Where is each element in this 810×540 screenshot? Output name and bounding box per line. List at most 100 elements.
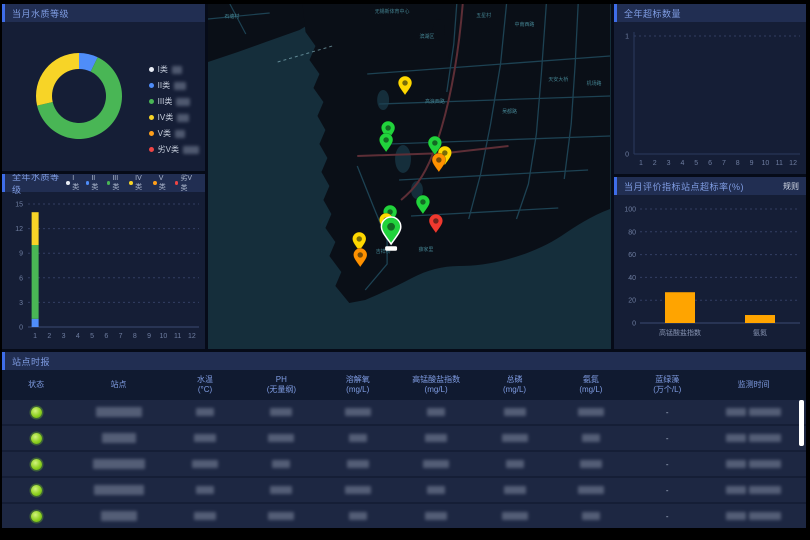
map-wetland (377, 90, 389, 110)
svg-text:7: 7 (119, 333, 123, 340)
table-row[interactable]: - (2, 452, 806, 476)
redacted-value (349, 512, 367, 520)
svg-text:15: 15 (15, 202, 23, 209)
column-label: 监测时间 (705, 380, 801, 390)
exceed-rate-chart[interactable]: 020406080100高锰酸盐指数氨氮 (614, 195, 806, 349)
table-row[interactable]: - (2, 478, 806, 502)
stack-bar-segment[interactable] (32, 245, 39, 319)
redacted-value (504, 486, 526, 494)
panel-annual-exceed: 全年超标数量 10123456789101112 (614, 4, 806, 174)
column-label: 高锰酸盐指数 (396, 375, 476, 385)
selected-pin-base (385, 246, 397, 251)
stack-bar-segment[interactable] (32, 319, 39, 327)
svg-text:9: 9 (19, 251, 23, 258)
legend-item: III类 (107, 175, 125, 192)
table-row[interactable]: - (2, 400, 806, 424)
donut-chart-area: I类II类III类IV类V类劣V类 (2, 22, 205, 171)
svg-text:1: 1 (639, 160, 643, 167)
svg-text:5: 5 (694, 160, 698, 167)
svg-text:8: 8 (133, 333, 137, 340)
svg-text:6: 6 (19, 275, 23, 282)
legend-item: 劣V类 (149, 144, 199, 155)
svg-text:4: 4 (76, 333, 80, 340)
svg-text:4: 4 (680, 160, 684, 167)
redacted-station-name (93, 459, 145, 469)
rate-bar[interactable] (665, 292, 695, 323)
svg-text:无锡新体育中心: 无锡新体育中心 (375, 8, 410, 15)
column-header: 站点 (70, 380, 166, 390)
stack-bar-segment[interactable] (32, 212, 39, 245)
pin-hole (436, 157, 441, 162)
redacted-value (196, 408, 214, 416)
column-header: 总磷(mg/L) (476, 375, 552, 395)
redacted-station-name (94, 485, 144, 495)
svg-text:100: 100 (624, 207, 636, 214)
column-label: PH (243, 375, 319, 385)
redacted-value (194, 512, 216, 520)
panel-exceed-rate: 当月评价指标站点超标率(%) 规则 020406080100高锰酸盐指数氨氮 (614, 177, 806, 349)
column-header: 监测时间 (705, 380, 801, 390)
redacted-value (196, 486, 214, 494)
pin-hole (432, 140, 437, 145)
column-unit: (mg/L) (553, 385, 629, 395)
legend-dot (149, 147, 154, 152)
rate-bar[interactable] (745, 315, 775, 323)
column-label: 蓝绿藻 (629, 375, 705, 385)
svg-text:3: 3 (19, 300, 23, 307)
table-header: 状态站点水温(°C)PH(无量纲)溶解氧(mg/L)高锰酸盐指数(mg/L)总磷… (2, 370, 806, 400)
annual-exceed-chart[interactable]: 10123456789101112 (614, 22, 806, 174)
redacted-value (192, 460, 218, 468)
redacted-station-name (96, 407, 142, 417)
svg-text:3: 3 (667, 160, 671, 167)
redacted-value (270, 408, 292, 416)
table-body[interactable]: ----- (2, 400, 806, 528)
column-header: 状态 (2, 380, 70, 390)
map-panel[interactable]: 石塘村无锡新体育中心滨湖区五星村中南西路天安大桥机场路高浪西路吴都路薛家里吉祥桥 (208, 4, 611, 349)
legend-item: V类 (153, 175, 170, 192)
redacted-value (578, 486, 604, 494)
svg-text:12: 12 (15, 226, 23, 233)
redacted-value (506, 460, 524, 468)
redacted-value (425, 512, 447, 520)
algae-value: - (629, 434, 705, 443)
redacted-time (749, 434, 781, 442)
redacted-value (502, 434, 528, 442)
svg-text:10: 10 (762, 160, 770, 167)
table-scrollbar[interactable] (799, 400, 804, 446)
rules-link[interactable]: 规则 (783, 181, 799, 192)
svg-text:9: 9 (750, 160, 754, 167)
svg-text:石塘村: 石塘村 (224, 13, 239, 20)
donut-legend: I类II类III类IV类V类劣V类 (149, 64, 199, 155)
svg-text:高锰酸盐指数: 高锰酸盐指数 (659, 328, 701, 337)
legend-dot (153, 181, 157, 185)
column-header: PH(无量纲) (243, 375, 319, 395)
redacted-date (726, 434, 746, 442)
left-column: 当月水质等级 I类II类III类IV类V类劣V类 全年水质等级 I类II类III… (2, 4, 205, 349)
redacted-time (749, 408, 781, 416)
table-row[interactable]: - (2, 504, 806, 528)
redacted-value (270, 486, 292, 494)
column-header: 高锰酸盐指数(mg/L) (396, 375, 476, 395)
redacted-value (174, 82, 186, 90)
dashboard-root: 当月水质等级 I类II类III类IV类V类劣V类 全年水质等级 I类II类III… (2, 4, 806, 528)
pin-hole (383, 137, 388, 142)
svg-text:11: 11 (174, 333, 181, 340)
annual-quality-chart[interactable]: 03691215123456789101112 (2, 192, 205, 349)
column-unit: (mg/L) (320, 385, 396, 395)
station-report-titlebar: 站点时报 (2, 352, 806, 370)
legend-label: II类 (158, 80, 170, 91)
pin-hole (357, 236, 362, 241)
pin-hole (433, 218, 438, 223)
map-island (433, 19, 445, 41)
svg-text:0: 0 (19, 325, 23, 332)
table-row[interactable]: - (2, 426, 806, 450)
redacted-value (268, 434, 294, 442)
column-unit: (无量纲) (243, 385, 319, 395)
column-header: 氨氮(mg/L) (553, 375, 629, 395)
panel-title: 全年超标数量 (624, 7, 681, 20)
map-canvas[interactable]: 石塘村无锡新体育中心滨湖区五星村中南西路天安大桥机场路高浪西路吴都路薛家里吉祥桥 (208, 4, 611, 349)
svg-text:12: 12 (188, 333, 196, 340)
svg-text:12: 12 (789, 160, 797, 167)
column-label: 溶解氧 (320, 375, 396, 385)
donut-slice[interactable] (36, 53, 79, 106)
